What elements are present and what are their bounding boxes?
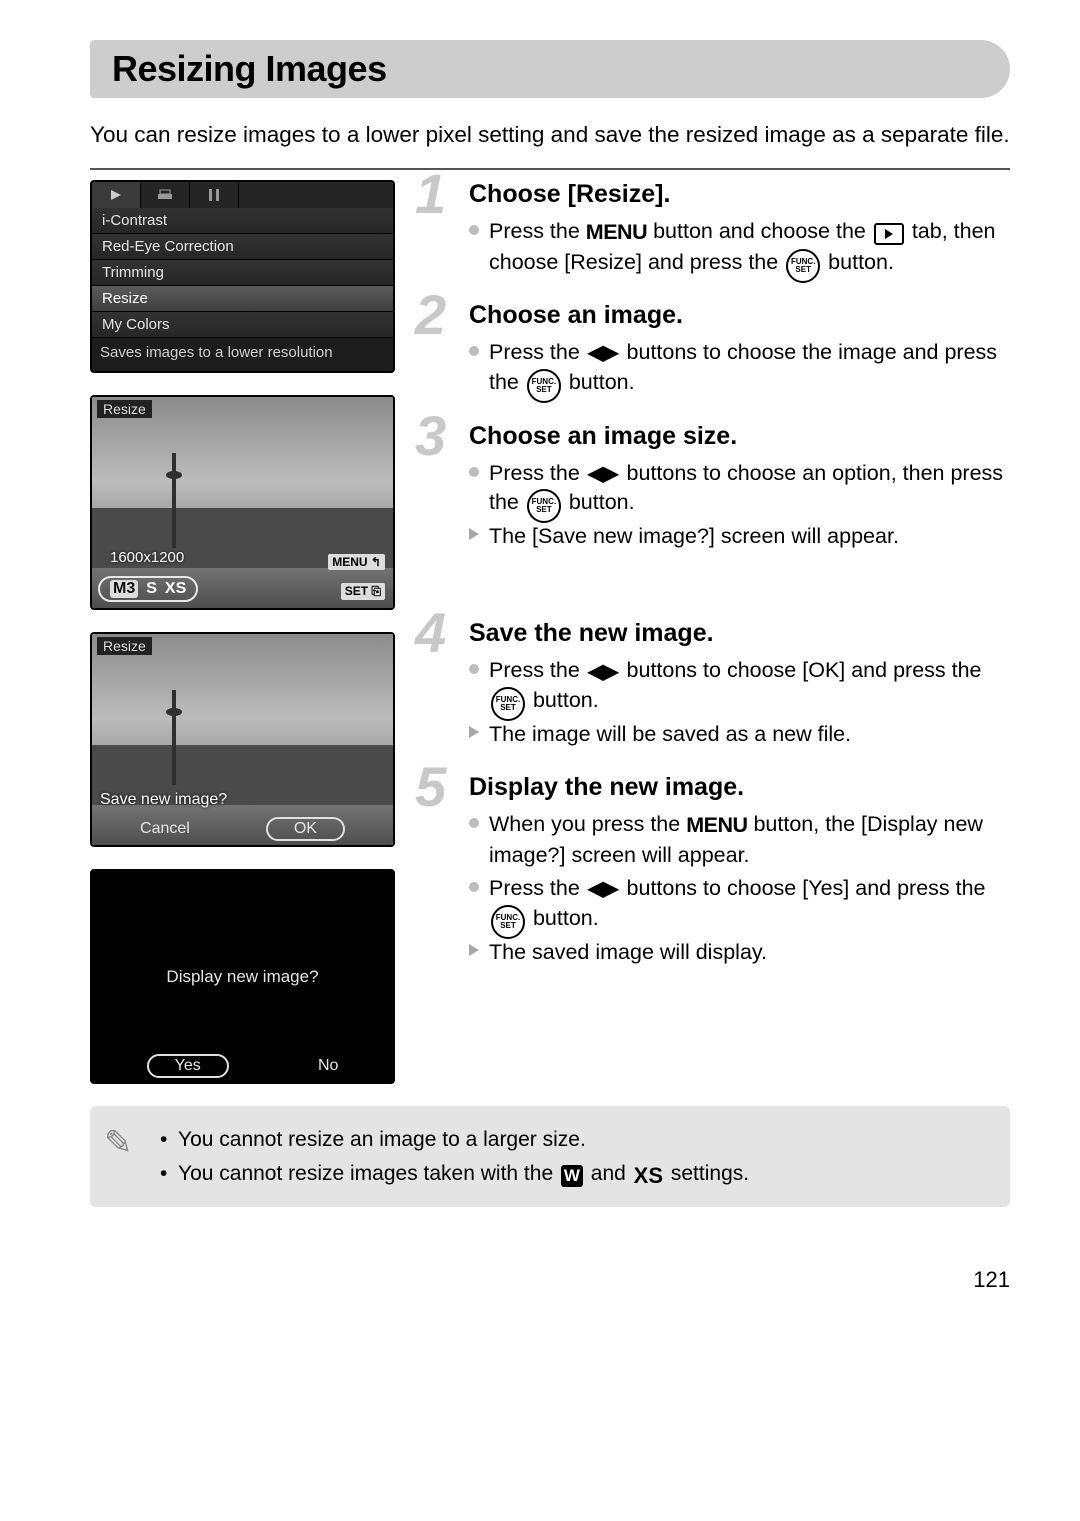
pencil-icon: ✎ [104,1118,133,1169]
step: 4Save the new image.Press the ◀▶ buttons… [415,619,1010,749]
step-line: Press the ◀▶ buttons to choose [OK] and … [469,656,1010,715]
screen-corner-label: Resize [97,400,152,418]
section-title-bar: Resizing Images [90,40,1010,98]
yes-option: Yes [147,1054,229,1078]
menu-item: i-Contrast [92,208,393,234]
cancel-option: Cancel [140,820,190,838]
func-set-button-icon: FUNC.SET [527,489,561,523]
step-line: Press the ◀▶ buttons to choose [Yes] and… [469,874,1010,933]
left-right-arrows-icon: ◀▶ [588,461,619,489]
menu-badge: MENU ↰ [328,554,385,570]
note-box: ✎ You cannot resize an image to a larger… [90,1106,1010,1207]
step-number: 5 [415,759,446,815]
step-body: Press the ◀▶ buttons to choose the image… [469,338,1010,397]
menu-word-icon: MENU [686,811,747,841]
step-title: Choose an image. [469,301,1010,330]
menu-item: Red-Eye Correction [92,234,393,260]
step-body: Press the ◀▶ buttons to choose an option… [469,459,1010,552]
note-line: You cannot resize an image to a larger s… [160,1124,990,1156]
step-number: 3 [415,408,446,464]
menu-item: Trimming [92,260,393,286]
camera-screenshot-size-select: Resize 1600x1200 MENU ↰ SET ⎘ M3 S XS [90,395,395,610]
camera-screenshot-display-prompt: Display new image? Yes No [90,869,395,1084]
play-tab-icon [874,223,904,245]
screen-corner-label: Resize [97,637,152,655]
play-tab-icon [92,182,141,208]
step: 3Choose an image size.Press the ◀▶ butto… [415,422,1010,552]
left-right-arrows-icon: ◀▶ [588,340,619,368]
page-number: 121 [90,1267,1010,1293]
step-line: Press the ◀▶ buttons to choose the image… [469,338,1010,397]
step-number: 2 [415,287,446,343]
step-line: When you press the MENU button, the [Dis… [469,810,1010,870]
intro-text: You can resize images to a lower pixel s… [90,120,1010,150]
divider [90,168,1010,170]
func-set-button-icon: FUNC.SET [527,369,561,403]
save-prompt-text: Save new image? [100,791,227,809]
step: 2Choose an image.Press the ◀▶ buttons to… [415,301,1010,397]
step-body: Press the ◀▶ buttons to choose [OK] and … [469,656,1010,749]
step-line: The saved image will display. [469,938,1010,968]
set-badge: SET ⎘ [341,583,385,600]
menu-item: Resize [92,286,393,312]
size-option: S [146,580,157,598]
step-line: The [Save new image?] screen will appear… [469,522,1010,552]
func-set-button-icon: FUNC.SET [786,249,820,283]
size-option-pill: M3 S XS [98,576,198,602]
menu-item: My Colors [92,312,393,338]
step-number: 1 [415,166,446,222]
ok-option: OK [266,817,345,841]
func-set-button-icon: FUNC.SET [491,687,525,721]
tools-tab-icon [190,182,239,208]
display-prompt-text: Display new image? [92,871,393,1082]
w-badge-icon: W [561,1165,583,1187]
step-body: When you press the MENU button, the [Dis… [469,810,1010,967]
left-right-arrows-icon: ◀▶ [588,659,619,687]
note-line: You cannot resize images taken with the … [160,1158,990,1190]
xs-badge-icon: XS [634,1159,663,1192]
step-line: The image will be saved as a new file. [469,720,1010,750]
no-option: No [318,1057,338,1075]
step-line: Press the MENU button and choose the tab… [469,217,1010,277]
size-option: M3 [110,580,138,598]
step: 1Choose [Resize].Press the MENU button a… [415,180,1010,277]
size-option: XS [165,580,186,598]
print-tab-icon [141,182,190,208]
camera-screenshot-menu: i-ContrastRed-Eye CorrectionTrimmingResi… [90,180,395,373]
step-number: 4 [415,605,446,661]
step-title: Choose an image size. [469,422,1010,451]
step-body: Press the MENU button and choose the tab… [469,217,1010,277]
step: 5Display the new image.When you press th… [415,773,1010,967]
step-title: Save the new image. [469,619,1010,648]
func-set-button-icon: FUNC.SET [491,905,525,939]
menu-hint: Saves images to a lower resolution [92,338,393,371]
step-title: Choose [Resize]. [469,180,1010,209]
left-right-arrows-icon: ◀▶ [588,876,619,904]
step-title: Display the new image. [469,773,1010,802]
section-title: Resizing Images [112,48,988,90]
step-line: Press the ◀▶ buttons to choose an option… [469,459,1010,518]
menu-word-icon: MENU [586,218,647,248]
camera-screenshot-save-prompt: Resize Save new image? Cancel OK [90,632,395,847]
resolution-label: 1600x1200 [110,549,184,566]
